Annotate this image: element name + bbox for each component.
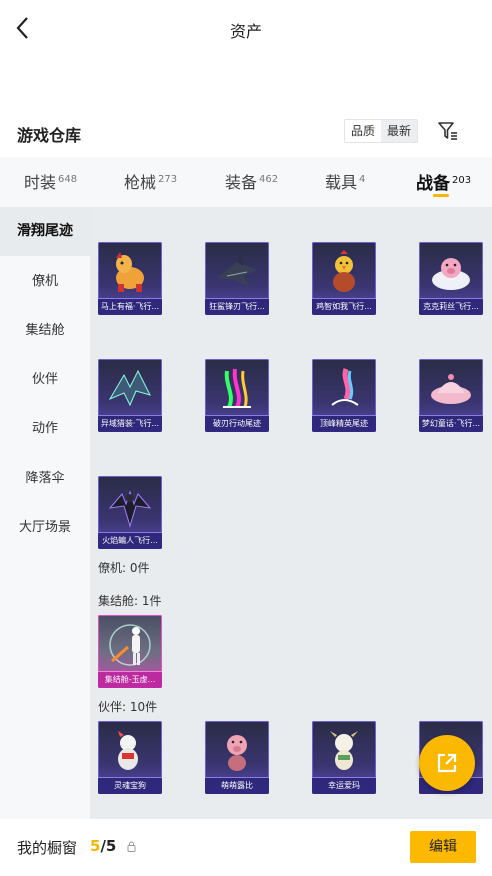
item-card[interactable]: 异域猎装·飞行...	[98, 359, 162, 432]
item-card[interactable]: 鸡智如我飞行...	[312, 242, 376, 315]
item-name: 破刃行动尾迹	[205, 415, 269, 432]
showcase-label: 我的橱窗	[17, 839, 78, 857]
tab-firearms[interactable]: 枪械 273	[124, 169, 177, 193]
item-card[interactable]: 顶峰精英尾迹	[312, 359, 376, 432]
item-card[interactable]: 灵魂宝狗	[98, 721, 162, 794]
tab-count: 273	[158, 174, 178, 185]
tab-equipment[interactable]: 装备 462	[225, 169, 278, 193]
dragon-wing-icon	[108, 369, 151, 407]
tab-count: 648	[58, 174, 78, 185]
page-title: 资产	[229, 22, 262, 41]
tab-count: 203	[452, 175, 472, 186]
tab-label: 载具	[325, 173, 358, 192]
sidebar-item-assembly-pod[interactable]: 集结舱	[0, 306, 90, 355]
sort-newest-option[interactable]: 最新	[381, 120, 417, 142]
showcase-current: 5	[90, 837, 101, 855]
wingman-count-label: 僚机: 0件	[98, 561, 150, 575]
bat-warrior-icon	[108, 490, 152, 528]
lock-icon	[127, 841, 136, 852]
item-name: 灵魂宝狗	[98, 777, 162, 794]
sidebar-item-glide-trail[interactable]: 滑翔尾迹	[0, 207, 90, 256]
flame-trail-icon	[331, 368, 359, 406]
sidebar-item-action[interactable]: 动作	[0, 404, 90, 453]
shark-glider-icon	[217, 252, 257, 288]
filter-button[interactable]	[436, 119, 460, 143]
tab-label: 时装	[24, 173, 57, 192]
item-grid: 马上有福·飞行... 狂鲨锋刃飞行... 鸡智如我飞行... 克克莉丝飞行...…	[90, 207, 492, 819]
item-name: 狂鲨锋刃飞行...	[205, 298, 269, 315]
item-name: 克克莉丝飞行...	[419, 298, 483, 315]
pink-carriage-icon	[431, 374, 471, 404]
horse-plush-icon	[116, 252, 144, 292]
pod-count-label: 集结舱: 1件	[98, 594, 162, 608]
item-card[interactable]: 破刃行动尾迹	[205, 359, 269, 432]
share-fab-button[interactable]	[419, 735, 475, 791]
pink-pig-icon	[227, 735, 247, 771]
item-name: 萌萌露比	[205, 777, 269, 794]
jade-figure-icon	[109, 624, 151, 666]
item-name: 梦幻童话·飞行...	[419, 415, 483, 432]
subcategory-sidebar: 滑翔尾迹 僚机 集结舱 伙伴 动作 降落伞 大厅场景	[0, 207, 90, 819]
showcase-count: 5/5	[90, 837, 116, 855]
item-name: 集结舱-玉虚...	[98, 671, 162, 688]
partner-count-label: 伙伴: 10件	[98, 700, 158, 714]
tab-count: 462	[259, 174, 279, 185]
item-card[interactable]: 集结舱-玉虚...	[98, 615, 162, 688]
white-dog-icon	[118, 731, 138, 770]
item-card[interactable]: 马上有福·飞行...	[98, 242, 162, 315]
item-name: 火焰蝙人飞行...	[98, 532, 162, 549]
item-card[interactable]: 梦幻童话·飞行...	[419, 359, 483, 432]
sidebar-item-lobby-scene[interactable]: 大厅场景	[0, 503, 90, 552]
category-tabs: 时装 648 枪械 273 装备 462 载具 4 战备 203	[0, 157, 492, 207]
sidebar-item-partner[interactable]: 伙伴	[0, 355, 90, 404]
tab-label: 战备	[416, 174, 450, 194]
edit-button[interactable]: 编辑	[410, 831, 476, 863]
item-name: 顶峰精英尾迹	[312, 415, 376, 432]
item-card[interactable]: 幸运爱玛	[312, 721, 376, 794]
active-tab-indicator	[433, 194, 449, 197]
item-name: 鸡智如我飞行...	[312, 298, 376, 315]
sort-quality-option[interactable]: 品质	[345, 120, 381, 142]
tab-fashion[interactable]: 时装 648	[24, 169, 77, 193]
sidebar-item-parachute[interactable]: 降落伞	[0, 454, 90, 503]
section-title: 游戏仓库	[17, 126, 82, 145]
tab-count: 4	[359, 174, 366, 185]
filter-icon	[438, 122, 457, 140]
tab-battle-prep[interactable]: 战备 203	[416, 169, 471, 194]
pink-cloud-pig-icon	[432, 258, 470, 290]
item-card[interactable]: 萌萌露比	[205, 721, 269, 794]
item-card[interactable]: 克克莉丝飞行...	[419, 242, 483, 315]
item-name: 幸运爱玛	[312, 777, 376, 794]
tab-vehicles[interactable]: 载具 4	[325, 169, 365, 193]
item-card[interactable]: 火焰蝙人飞行...	[98, 476, 162, 549]
sidebar-item-wingman[interactable]: 僚机	[0, 257, 90, 306]
chicken-mascot-icon	[333, 250, 355, 292]
item-name: 马上有福·飞行...	[98, 298, 162, 315]
item-name: 异域猎装·飞行...	[98, 415, 162, 432]
tab-label: 枪械	[124, 173, 157, 192]
top-bar: 资产	[0, 0, 492, 58]
warehouse-header: 游戏仓库 品质 最新	[0, 115, 492, 151]
white-goat-icon	[330, 731, 358, 770]
showcase-total: /5	[100, 837, 117, 855]
item-card[interactable]: 狂鲨锋刃飞行...	[205, 242, 269, 315]
showcase-bar: 我的橱窗 5/5 编辑	[0, 819, 492, 876]
rainbow-trail-icon	[223, 368, 251, 408]
sort-toggle: 品质 最新	[344, 119, 418, 143]
tab-label: 装备	[225, 173, 258, 192]
external-link-icon	[437, 753, 457, 773]
